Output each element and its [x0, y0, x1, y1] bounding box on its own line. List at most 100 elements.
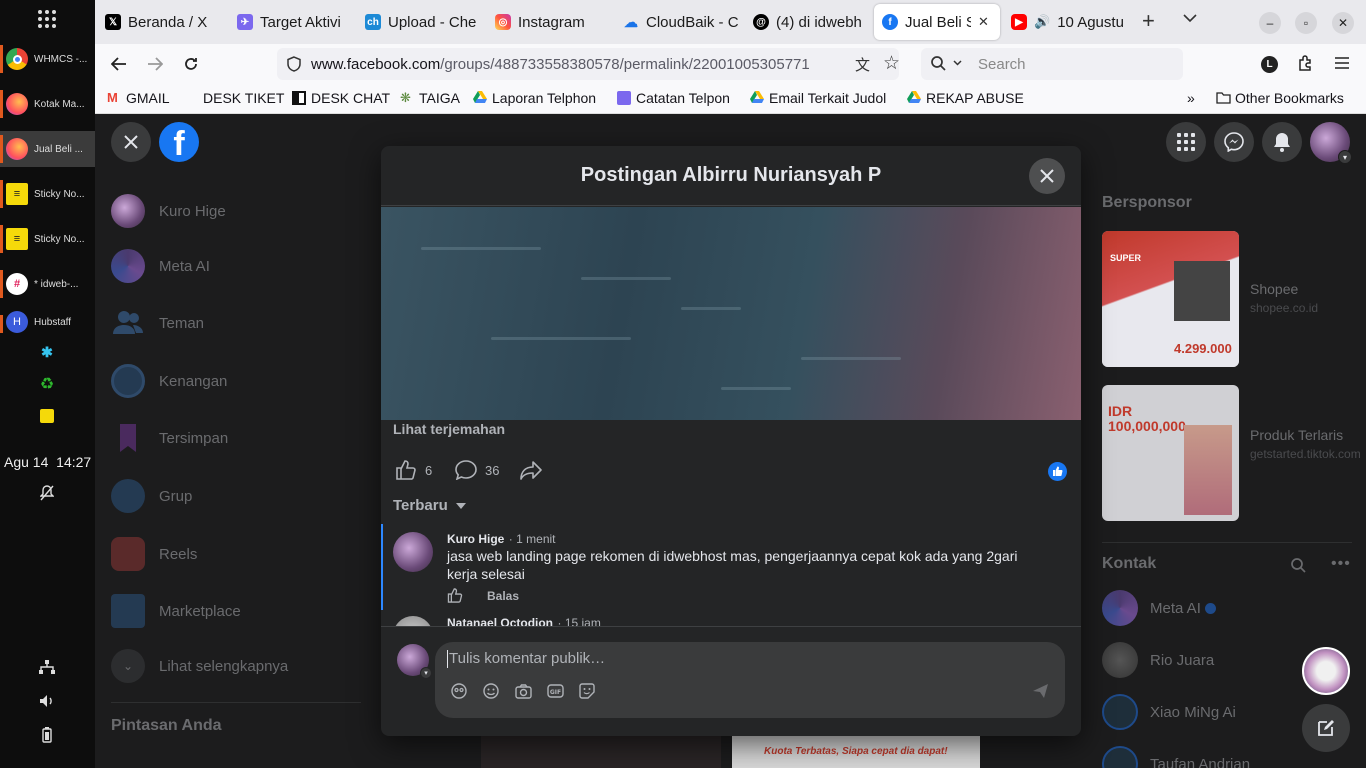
dock-app-kotak-masuk[interactable]: Kotak Ma... [0, 86, 95, 122]
post-modal: Postingan Albirru Nuriansyah P Lihat ter… [381, 146, 1081, 736]
bookmark-rekap-abuse[interactable]: REKAP ABUSE [907, 90, 1024, 106]
bookmark-email-judol[interactable]: Email Terkait Judol [750, 90, 886, 106]
comment-text: jasa web landing page rekomen di idwebho… [447, 548, 1018, 582]
see-translation-link[interactable]: Lihat terjemahan [393, 421, 505, 437]
bookmark-star-icon[interactable]: ☆ [883, 52, 900, 75]
address-bar[interactable]: www.facebook.com/groups/488733558380578/… [277, 48, 900, 80]
dock-app-sticky-notes-2[interactable]: ≡ Sticky No... [0, 221, 95, 257]
tab-upload[interactable]: ch Upload - Che [357, 4, 483, 40]
slack-tray-icon[interactable]: ✱ [38, 343, 56, 361]
cloud-icon: ☁ [624, 13, 638, 30]
thumbs-up-icon [396, 460, 416, 480]
profile-avatar[interactable]: L [1261, 56, 1278, 73]
post-photo[interactable] [381, 207, 1081, 420]
app-grid-icon[interactable] [38, 10, 56, 28]
tab-jual-beli-facebook[interactable]: f Jual Beli So ✕ [874, 4, 1000, 40]
sticky-tray-icon[interactable] [38, 407, 56, 425]
more-bookmarks-icon[interactable]: » [1187, 90, 1195, 106]
plane-icon: ✈ [237, 14, 253, 30]
search-bar[interactable]: Search [921, 48, 1183, 80]
battery-icon[interactable] [38, 726, 56, 744]
clock[interactable]: Agu 14 14:27 [4, 454, 91, 470]
camera-icon[interactable] [514, 682, 532, 700]
tab-threads[interactable]: @ (4) di idwebh [745, 4, 871, 40]
dock-app-hubstaff[interactable]: H Hubstaff [0, 311, 95, 333]
dock-app-sticky-notes-1[interactable]: ≡ Sticky No... [0, 176, 95, 212]
bookmark-desk-chat[interactable]: DESK CHAT [292, 90, 390, 106]
bookmark-desk-tiket[interactable]: DESK TIKET [203, 90, 284, 106]
sticker-icon[interactable] [578, 682, 596, 700]
reload-button[interactable] [179, 52, 203, 76]
notifications-muted-icon[interactable] [38, 484, 56, 502]
desk-chat-icon [292, 91, 306, 105]
comment-time[interactable]: 1 menit [516, 532, 555, 546]
like-button[interactable]: 6 [395, 460, 432, 480]
translate-icon[interactable]: 文 [855, 54, 870, 75]
tab-instagram[interactable]: ◎ Instagram [487, 4, 613, 40]
comment-count: 36 [485, 462, 500, 478]
clock-date: Agu 14 [4, 454, 49, 470]
bookmark-laporan-telphon[interactable]: Laporan Telphon [473, 90, 596, 106]
network-icon[interactable] [38, 658, 56, 676]
share-button[interactable] [520, 460, 542, 480]
google-drive-icon [750, 91, 764, 105]
x-icon: 𝕏 [105, 14, 121, 30]
dock-app-whmcs[interactable]: WHMCS -... [0, 41, 95, 77]
bookmark-label: TAIGA [419, 90, 460, 106]
comment-header: Natanael Octodion · 15 jam [447, 614, 601, 626]
minimize-button[interactable]: – [1259, 12, 1281, 34]
avatar[interactable] [393, 616, 433, 626]
comment-button[interactable]: 36 [455, 460, 499, 480]
bookmarks-bar: M GMAIL DESK TIKET DESK CHAT ❋ TAIGA Lapor… [95, 84, 1366, 114]
tab-target-aktivitas[interactable]: ✈ Target Aktivi [229, 4, 355, 40]
recycle-tray-icon[interactable]: ♻ [38, 375, 56, 393]
speaker-icon[interactable]: 🔊 [1034, 14, 1050, 30]
facebook-icon: f [882, 14, 898, 30]
comment-sort-dropdown[interactable]: Terbaru [393, 497, 466, 514]
forward-button[interactable] [143, 52, 167, 76]
bookmark-label: DESK TIKET [203, 90, 285, 106]
like-reaction-icon[interactable] [1048, 462, 1067, 481]
close-window-button[interactable]: ✕ [1332, 12, 1354, 34]
comment-composer[interactable]: Tulis komentar publik… GIF [435, 642, 1065, 718]
extensions-icon[interactable] [1297, 55, 1314, 72]
share-icon [520, 461, 542, 480]
volume-icon[interactable] [38, 692, 56, 710]
bookmark-label: Email Terkait Judol [769, 90, 887, 106]
tab-cloudbaik[interactable]: ☁ CloudBaik - C [615, 4, 741, 40]
menu-icon[interactable] [1335, 57, 1349, 69]
tab-youtube[interactable]: ▶ 🔊 10 Agustu [1003, 4, 1129, 40]
new-tab-button[interactable]: + [1142, 10, 1155, 32]
composer-avatar[interactable]: ▾ [397, 644, 432, 679]
bookmark-taiga[interactable]: ❋ TAIGA [400, 90, 460, 106]
maximize-button[interactable]: ▫ [1295, 12, 1317, 34]
comment-time[interactable]: 15 jam [565, 616, 601, 626]
gif-icon[interactable]: GIF [546, 682, 564, 700]
comment-reply-button[interactable]: Balas [487, 589, 519, 603]
tab-close-icon[interactable]: ✕ [978, 14, 989, 30]
comment-input[interactable]: Tulis komentar publik… [447, 650, 605, 668]
send-icon[interactable] [1031, 682, 1049, 700]
other-bookmarks[interactable]: Other Bookmarks [1216, 90, 1344, 106]
bookmark-catatan-telpon[interactable]: Catatan Telpon [617, 90, 730, 106]
chevron-down-icon[interactable] [953, 60, 962, 66]
comment-like-button[interactable] [447, 588, 463, 603]
dock-app-jual-beli[interactable]: Jual Beli ... [0, 131, 95, 167]
search-icon [931, 56, 946, 71]
tab-beranda-x[interactable]: 𝕏 Beranda / X [97, 4, 223, 40]
bookmark-gmail[interactable]: M GMAIL [107, 90, 170, 106]
close-modal-button[interactable] [1029, 158, 1065, 194]
comment-author[interactable]: Kuro Hige [447, 532, 504, 546]
emoji-icon[interactable] [482, 682, 500, 700]
hubstaff-icon: H [6, 311, 28, 333]
avatar-sticker-icon[interactable] [450, 682, 468, 700]
site-info-icon[interactable] [287, 56, 301, 72]
dock-app-slack[interactable]: # * idweb-... [0, 266, 95, 302]
modal-header: Postingan Albirru Nuriansyah P [381, 146, 1081, 206]
bookmark-label: GMAIL [126, 90, 170, 106]
back-button[interactable] [107, 52, 131, 76]
list-all-tabs-icon[interactable] [1183, 14, 1197, 23]
comment-author[interactable]: Natanael Octodion [447, 616, 553, 626]
tab-label: (4) di idwebh [776, 13, 862, 31]
avatar[interactable] [393, 532, 433, 572]
